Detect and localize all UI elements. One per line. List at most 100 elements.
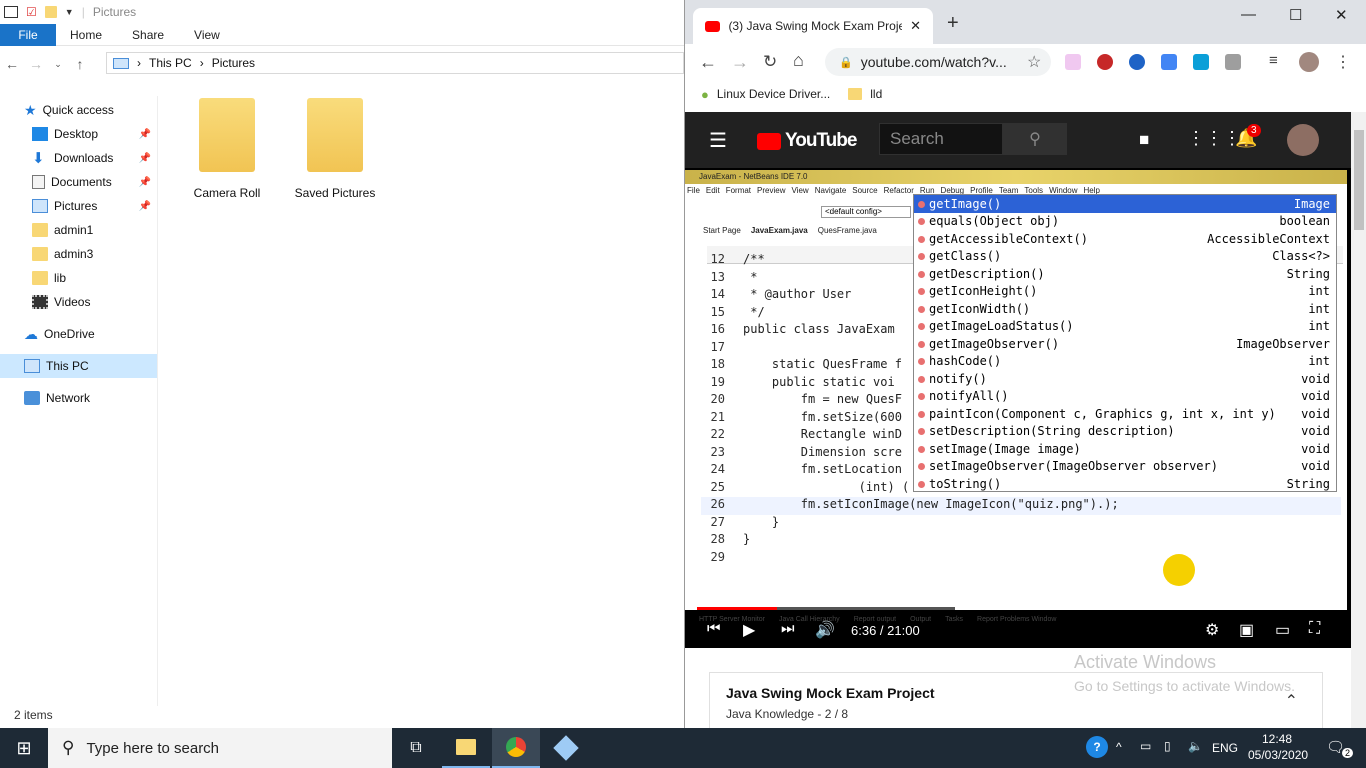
extension-icon[interactable] (1193, 54, 1209, 70)
autocomplete-item[interactable]: getIconWidth() int (914, 300, 1336, 318)
extension-icon[interactable] (1065, 54, 1081, 70)
nav-downloads[interactable]: ⬇ Downloads 📌 (0, 146, 157, 170)
nav-network[interactable]: Network (0, 386, 157, 410)
code-line[interactable]: 27 } (701, 515, 1341, 533)
task-view-icon[interactable]: ⧉ (392, 728, 440, 768)
autocomplete-item[interactable]: hashCode() int (914, 353, 1336, 371)
menu-item[interactable]: Edit (706, 186, 720, 198)
app-taskbar-icon[interactable] (542, 728, 590, 768)
address-bar[interactable]: 🔒 youtube.com/watch?v... (825, 48, 1051, 76)
autocomplete-popup[interactable]: getImage() Image equals(Object obj) boolean… (913, 194, 1337, 492)
back-arrow-icon[interactable]: ← (699, 52, 717, 73)
avatar[interactable] (1299, 52, 1319, 72)
chevron-up-icon[interactable]: ⌃ (1285, 691, 1298, 711)
tab-home[interactable]: Home (56, 28, 117, 42)
bookmark-star-icon[interactable]: ☆ (1027, 52, 1041, 72)
next-icon[interactable]: ⏭ (781, 620, 795, 637)
taskbar-search-input[interactable]: ⚲ Type here to search (48, 728, 392, 768)
autocomplete-item[interactable]: getAccessibleContext() AccessibleContext (914, 230, 1336, 248)
code-line[interactable]: 26 fm.setIconImage(new ImageIcon("quiz.p… (701, 497, 1341, 515)
create-video-icon[interactable]: ■ (1139, 130, 1149, 150)
autocomplete-item[interactable]: equals(Object obj) boolean (914, 213, 1336, 231)
page-scrollbar[interactable] (1351, 112, 1366, 728)
volume-icon[interactable]: 🔊 (815, 620, 835, 640)
chevron-up-icon[interactable]: ^ (1116, 740, 1122, 754)
autocomplete-item[interactable]: getImageObserver() ImageObserver (914, 335, 1336, 353)
theater-mode-icon[interactable]: ▭ (1275, 620, 1290, 640)
file-explorer-taskbar-icon[interactable] (442, 728, 490, 768)
media-control-icon[interactable]: ≡ (1269, 52, 1278, 69)
nav-quick-access[interactable]: ★ Quick access (0, 98, 157, 122)
nav-admin3[interactable]: admin3 (0, 242, 157, 266)
code-line[interactable]: 28} (701, 532, 1341, 550)
nav-admin1[interactable]: admin1 (0, 218, 157, 242)
autocomplete-item[interactable]: getClass() Class<?> (914, 248, 1336, 266)
apps-grid-icon[interactable]: ⋮⋮⋮ (1187, 128, 1241, 149)
autocomplete-item[interactable]: setImageObserver(ImageObserver observer)… (914, 458, 1336, 476)
autocomplete-item[interactable]: getImageLoadStatus() int (914, 318, 1336, 336)
youtube-logo[interactable]: YouTube (757, 130, 857, 152)
minimize-icon[interactable]: — (1241, 6, 1256, 23)
recent-dropdown-icon[interactable]: ⌄ (48, 59, 68, 70)
video-player[interactable]: JavaExam - NetBeans IDE 7.0 File Edit Fo… (685, 168, 1351, 648)
menu-item[interactable]: Preview (757, 186, 785, 198)
up-arrow-icon[interactable]: ↑ (68, 56, 92, 72)
properties-icon[interactable]: ☑ (26, 5, 37, 19)
autocomplete-item[interactable]: toString() String (914, 475, 1336, 493)
file-item-camera-roll[interactable]: Camera Roll (172, 98, 282, 200)
menu-kebab-icon[interactable]: ⋮ (1335, 52, 1351, 72)
nav-onedrive[interactable]: ☁ OneDrive (0, 322, 157, 346)
autocomplete-item[interactable]: setDescription(String description) void (914, 423, 1336, 441)
help-icon[interactable]: ? (1086, 736, 1108, 758)
maximize-icon[interactable]: ☐ (1289, 6, 1302, 24)
avatar[interactable] (1287, 124, 1319, 156)
windows-start-icon[interactable]: ⊞ (0, 728, 48, 768)
network-tray-icon[interactable]: ▯ (1164, 739, 1171, 753)
breadcrumb-pictures[interactable]: Pictures (212, 56, 255, 70)
code-line[interactable]: 29 (701, 550, 1341, 568)
youtube-search-input[interactable]: Search (879, 123, 1003, 155)
extension-badge-icon[interactable] (1097, 54, 1113, 70)
nav-pictures[interactable]: Pictures 📌 (0, 194, 157, 218)
reload-icon[interactable]: ↻ (763, 52, 777, 72)
browser-tab[interactable]: (3) Java Swing Mock Exam Projec ✕ (693, 8, 933, 44)
tab-view[interactable]: View (179, 28, 235, 42)
nav-lib[interactable]: lib (0, 266, 157, 290)
pin-icon[interactable]: 📌 (139, 153, 151, 164)
autocomplete-item[interactable]: notifyAll() void (914, 388, 1336, 406)
autocomplete-item[interactable]: setImage(Image image) void (914, 440, 1336, 458)
new-folder-icon[interactable] (44, 6, 57, 18)
youtube-search-button[interactable]: ⚲ (1003, 123, 1067, 155)
chat-extension-icon[interactable] (1129, 54, 1145, 70)
menu-item[interactable]: Refactor (884, 186, 914, 198)
progress-track[interactable] (697, 607, 955, 610)
pin-icon[interactable]: 📌 (139, 177, 151, 188)
chrome-taskbar-icon[interactable] (492, 728, 540, 768)
pin-icon[interactable]: 📌 (139, 129, 151, 140)
extension-icon[interactable] (1225, 54, 1241, 70)
clock-date[interactable]: 05/03/2020 (1248, 748, 1308, 762)
pin-icon[interactable]: 📌 (139, 201, 151, 212)
autocomplete-item[interactable]: getImage() Image (914, 195, 1336, 213)
playlist-channel[interactable]: Java Knowledge (726, 707, 814, 721)
menu-item[interactable]: Source (852, 186, 877, 198)
breadcrumb-this-pc[interactable]: This PC (149, 56, 192, 70)
back-arrow-icon[interactable]: ← (0, 56, 24, 72)
editor-tab[interactable]: JavaExam.java (751, 226, 808, 235)
fullscreen-icon[interactable]: ⛶ (1309, 620, 1320, 638)
menu-item[interactable]: File (687, 186, 700, 198)
autocomplete-item[interactable]: getDescription() String (914, 265, 1336, 283)
scrollbar-thumb[interactable] (1354, 130, 1364, 230)
chevron-down-icon[interactable]: ▼ (65, 7, 74, 17)
nav-documents[interactable]: Documents 📌 (0, 170, 157, 194)
menu-item[interactable]: Format (726, 186, 751, 198)
nav-videos[interactable]: Videos (0, 290, 157, 314)
new-tab-icon[interactable]: + (947, 12, 959, 35)
play-icon[interactable]: ▶ (743, 620, 755, 640)
settings-gear-icon[interactable]: ⚙ (1205, 620, 1219, 640)
language-indicator[interactable]: ENG (1212, 741, 1238, 755)
miniplayer-icon[interactable]: ▣ (1239, 620, 1254, 640)
forward-arrow-icon[interactable]: → (24, 56, 48, 72)
close-icon[interactable]: ✕ (910, 18, 921, 34)
previous-icon[interactable]: ⏮ (707, 620, 721, 637)
